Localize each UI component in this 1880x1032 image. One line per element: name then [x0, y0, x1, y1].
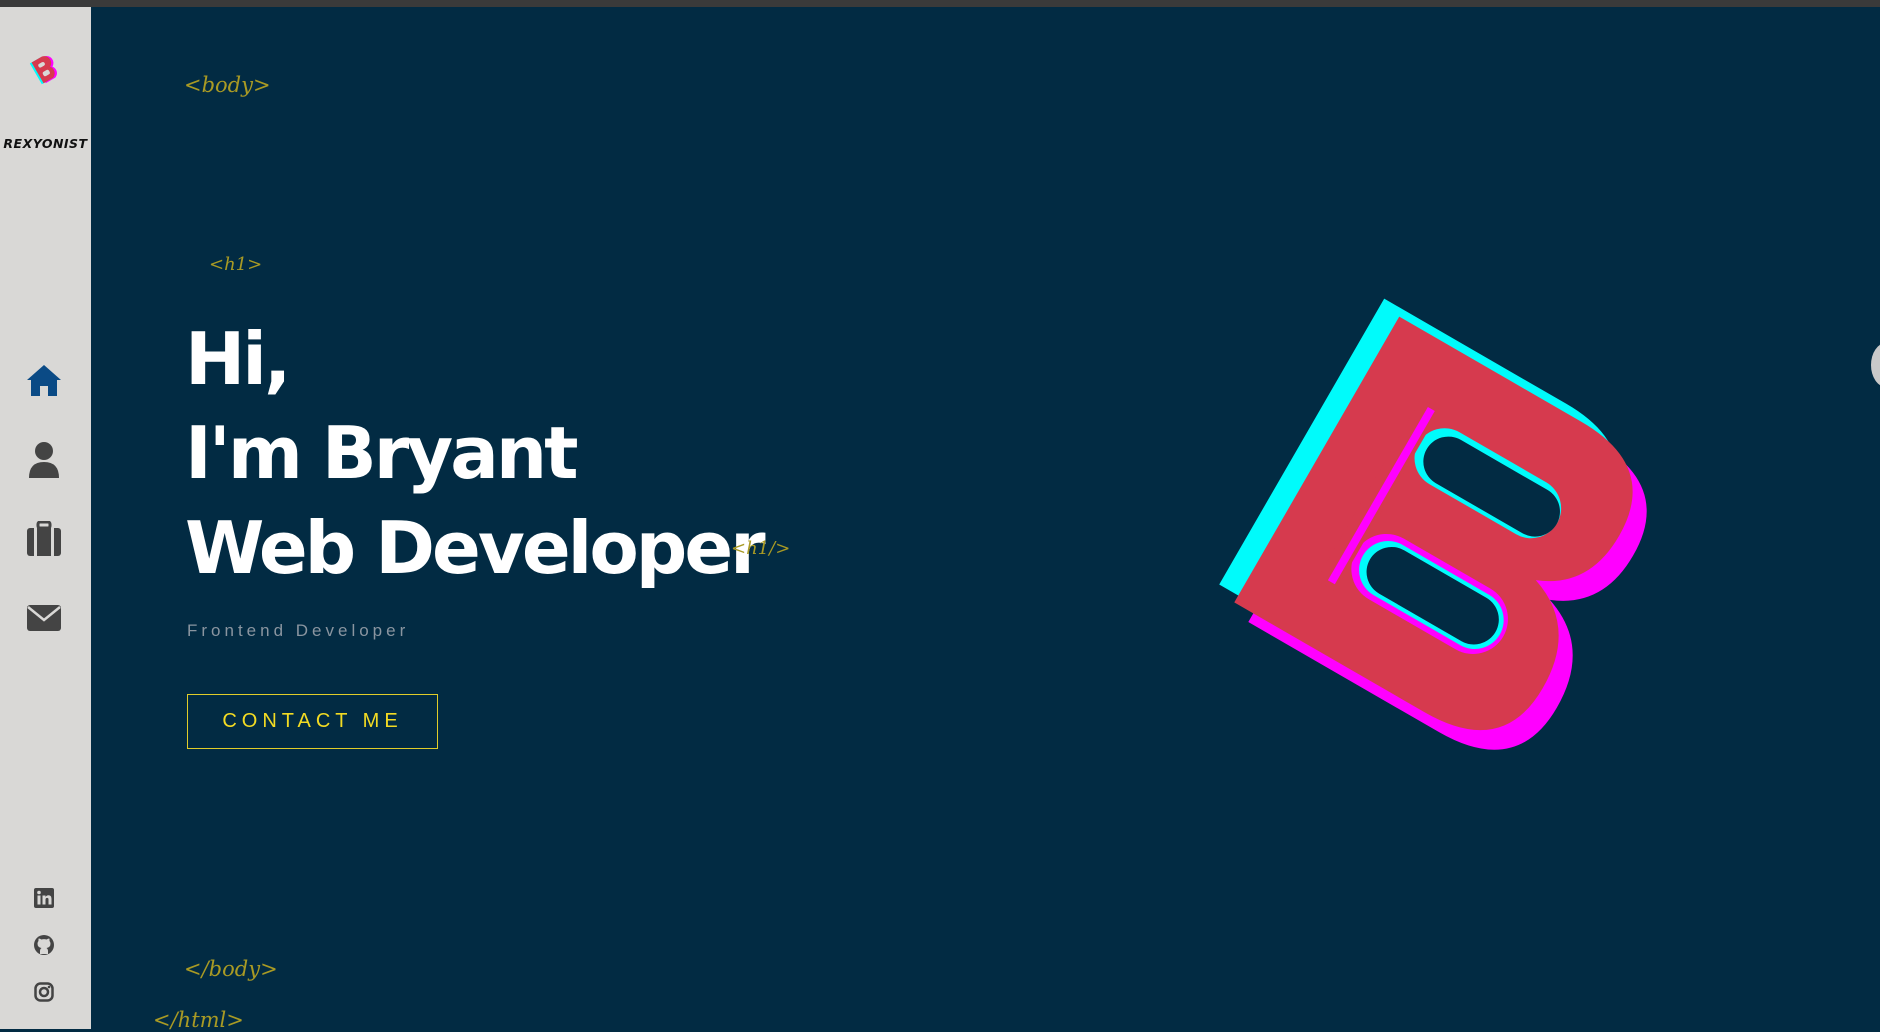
briefcase-icon	[27, 521, 61, 556]
b-logo-icon	[1219, 298, 1682, 778]
linkedin-icon	[34, 888, 54, 908]
github-icon	[34, 935, 54, 955]
brand-name: REXYONIST	[3, 136, 88, 151]
body-close-tag: </body>	[184, 957, 278, 981]
main-content: <body> <h1> Hi, I'm Bryant Web Developer…	[91, 7, 1880, 1032]
hero-name: I'm Bryant	[185, 411, 579, 495]
instagram-link[interactable]	[31, 979, 57, 1005]
hero-role: Web Developer	[185, 506, 766, 590]
b-logo-icon[interactable]	[27, 51, 61, 85]
h1-open-tag: <h1>	[209, 254, 263, 275]
contact-me-button[interactable]: CONTACT ME	[187, 694, 438, 749]
nav-contact[interactable]	[22, 596, 66, 640]
home-icon	[27, 365, 61, 396]
html-close-tag: </html>	[153, 1008, 244, 1032]
h1-close-tag: <h1/>	[731, 538, 791, 559]
sidebar: REXYONIST	[0, 7, 91, 1029]
nav-home[interactable]	[22, 358, 66, 402]
github-link[interactable]	[31, 932, 57, 958]
scroll-handle[interactable]	[1871, 343, 1880, 387]
hero-subtitle: Frontend Developer	[187, 621, 410, 640]
linkedin-link[interactable]	[31, 885, 57, 911]
hero-greeting: Hi,	[185, 317, 291, 401]
nav-portfolio[interactable]	[22, 517, 66, 561]
instagram-icon	[34, 982, 54, 1002]
browser-top-bar	[0, 0, 1880, 7]
hero-logo	[1131, 277, 1771, 797]
body-open-tag: <body>	[184, 73, 271, 97]
user-icon	[29, 442, 59, 478]
nav-about[interactable]	[22, 438, 66, 482]
envelope-icon	[27, 605, 61, 631]
